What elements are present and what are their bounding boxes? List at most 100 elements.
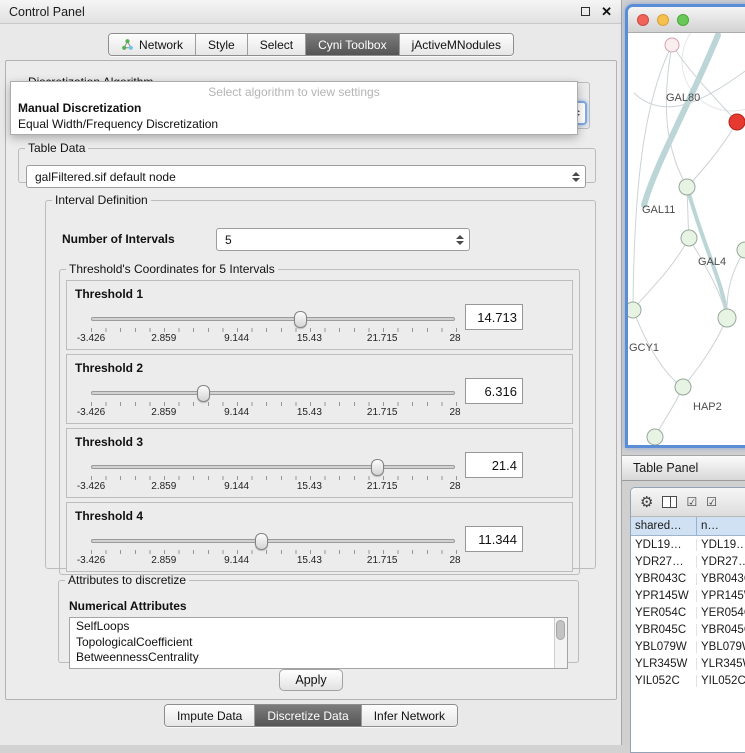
settings-gear-icon[interactable]: ⚙ [640, 495, 653, 510]
cell-name: YDL19… [697, 539, 745, 551]
scrollbar-thumb[interactable] [556, 620, 565, 640]
threshold-value-input[interactable] [465, 526, 523, 552]
slider-scale-label: 9.144 [224, 481, 249, 492]
network-canvas[interactable]: GAL80GAL11GAL4GCY1HAP2 [628, 33, 745, 445]
column-header-name[interactable]: n… [697, 517, 745, 535]
network-node[interactable] [679, 179, 695, 195]
group-title-attributes: Attributes to discretize [65, 573, 189, 587]
cell-shared-name: YBL079W [631, 641, 697, 653]
zoom-traffic-light-icon[interactable] [677, 14, 689, 26]
network-node[interactable] [647, 429, 663, 445]
network-node[interactable] [718, 309, 736, 327]
thresholds-group: Threshold's Coordinates for 5 Intervals … [59, 262, 580, 575]
bottom-tab-bar: Impute DataDiscretize DataInfer Network [0, 704, 622, 727]
tab-style[interactable]: Style [196, 34, 248, 55]
dropdown-option-manual-discretization[interactable]: Manual Discretization [11, 100, 577, 116]
cell-name: YPR145W [697, 590, 745, 602]
threshold-slider-thumb[interactable] [197, 385, 210, 402]
network-node-selected[interactable] [729, 114, 745, 130]
cell-name: YDR27… [697, 556, 745, 568]
slider-scale-label: 28 [449, 481, 460, 492]
network-tab-icon [121, 38, 134, 51]
number-of-intervals-combo[interactable]: 5 [216, 228, 470, 251]
cell-shared-name: YER054C [631, 607, 697, 619]
attribute-item[interactable]: TopologicalCoefficient [76, 635, 567, 651]
columns-icon[interactable] [662, 496, 677, 508]
group-title-thresholds: Threshold's Coordinates for 5 Intervals [66, 262, 278, 276]
select-all-rows-icon[interactable]: ☑ [706, 496, 717, 508]
cell-shared-name: YIL052C [631, 675, 697, 687]
threshold-slider-track[interactable] [91, 391, 455, 395]
threshold-slider-thumb[interactable] [371, 459, 384, 476]
slider-ticks [91, 550, 457, 554]
threshold-slider-track[interactable] [91, 539, 455, 543]
table-row[interactable]: YBR045CYBR045C [631, 621, 745, 638]
threshold-value-input[interactable] [465, 378, 523, 404]
table-row[interactable]: YPR145WYPR145W [631, 587, 745, 604]
network-node[interactable] [681, 230, 697, 246]
cell-shared-name: YBR043C [631, 573, 697, 585]
threshold-slider-thumb[interactable] [255, 533, 268, 550]
table-body: YDL19…YDL19…YDR27…YDR27…YBR043CYBR043CYP… [631, 536, 745, 689]
network-node[interactable] [665, 38, 679, 52]
tab-jactivemnodules[interactable]: jActiveMNodules [400, 34, 513, 55]
threshold-slider-track[interactable] [91, 317, 455, 321]
network-node[interactable] [628, 302, 641, 318]
table-panel-window: ⚙ ☑ ☑ shared… n… YDL19…YDL19…YDR27…YDR27… [630, 487, 745, 753]
list-scrollbar[interactable] [554, 618, 567, 668]
threshold-value-input[interactable] [465, 304, 523, 330]
network-node-label: GAL11 [642, 204, 675, 216]
attribute-item[interactable]: BetweennessCentrality [76, 650, 567, 666]
minimize-traffic-light-icon[interactable] [657, 14, 669, 26]
attribute-item[interactable]: SelfLoops [76, 619, 567, 635]
tab-cyni-toolbox[interactable]: Cyni Toolbox [306, 34, 399, 55]
table-row[interactable]: YDL19…YDL19… [631, 536, 745, 553]
table-row[interactable]: YDR27…YDR27… [631, 553, 745, 570]
table-toolbar: ⚙ ☑ ☑ [631, 488, 745, 517]
tab-infer-network[interactable]: Infer Network [362, 705, 457, 726]
table-row[interactable]: YER054CYER054C [631, 604, 745, 621]
slider-scale: -3.4262.8599.14415.4321.71528 [91, 481, 455, 493]
top-tab-bar: NetworkStyle Select Cyni ToolboxjActiveMNo… [0, 33, 622, 56]
float-window-icon[interactable] [581, 7, 590, 16]
column-header-shared-name[interactable]: shared… [631, 517, 697, 535]
network-node[interactable] [737, 242, 745, 258]
slider-scale-label: 2.859 [151, 407, 176, 418]
network-node[interactable] [675, 379, 691, 395]
slider-scale-label: 21.715 [367, 555, 398, 566]
table-data-group: Table Data galFiltered.sif default node [18, 141, 596, 183]
threshold-slider-thumb[interactable] [294, 311, 307, 328]
table-row[interactable]: YBR043CYBR043C [631, 570, 745, 587]
threshold-value-input[interactable] [465, 452, 523, 478]
network-edge [633, 238, 689, 310]
table-row[interactable]: YIL052CYIL052C [631, 672, 745, 689]
tab-select[interactable]: Select [248, 34, 306, 55]
table-row[interactable]: YLR345WYLR345W [631, 655, 745, 672]
tab-impute-data[interactable]: Impute Data [165, 705, 255, 726]
network-edge [683, 318, 727, 387]
slider-scale-label: -3.426 [77, 481, 105, 492]
slider-scale-label: 9.144 [224, 333, 249, 344]
threshold-slider-track[interactable] [91, 465, 455, 469]
slider-scale-label: 9.144 [224, 407, 249, 418]
slider-scale-label: 21.715 [367, 333, 398, 344]
tab-label: Select [260, 38, 293, 52]
close-icon[interactable]: ✕ [601, 5, 612, 18]
dropdown-option-equal-width-frequency-discretization[interactable]: Equal Width/Frequency Discretization [11, 116, 577, 132]
interval-definition-group: Interval Definition Number of Intervals … [45, 193, 596, 569]
tab-discretize-data[interactable]: Discretize Data [255, 705, 361, 726]
select-all-columns-icon[interactable]: ☑ [686, 496, 697, 508]
dropdown-options: Manual DiscretizationEqual Width/Frequen… [11, 100, 577, 132]
slider-scale-label: -3.426 [77, 333, 105, 344]
network-view-window: GAL80GAL11GAL4GCY1HAP2 [625, 4, 745, 448]
tab-network[interactable]: Network [109, 34, 196, 55]
table-row[interactable]: YBL079WYBL079W [631, 638, 745, 655]
close-traffic-light-icon[interactable] [637, 14, 649, 26]
network-node-label: GAL80 [666, 92, 700, 104]
number-of-intervals-label: Number of Intervals [62, 232, 175, 246]
apply-button[interactable]: Apply [279, 669, 343, 691]
threshold-label: Threshold 1 [75, 287, 143, 301]
cyni-toolbox-panel: Discretization Algorithm Select algorith… [5, 60, 617, 700]
table-data-combo[interactable]: galFiltered.sif default node [26, 165, 586, 188]
group-title-table-data: Table Data [25, 141, 88, 155]
